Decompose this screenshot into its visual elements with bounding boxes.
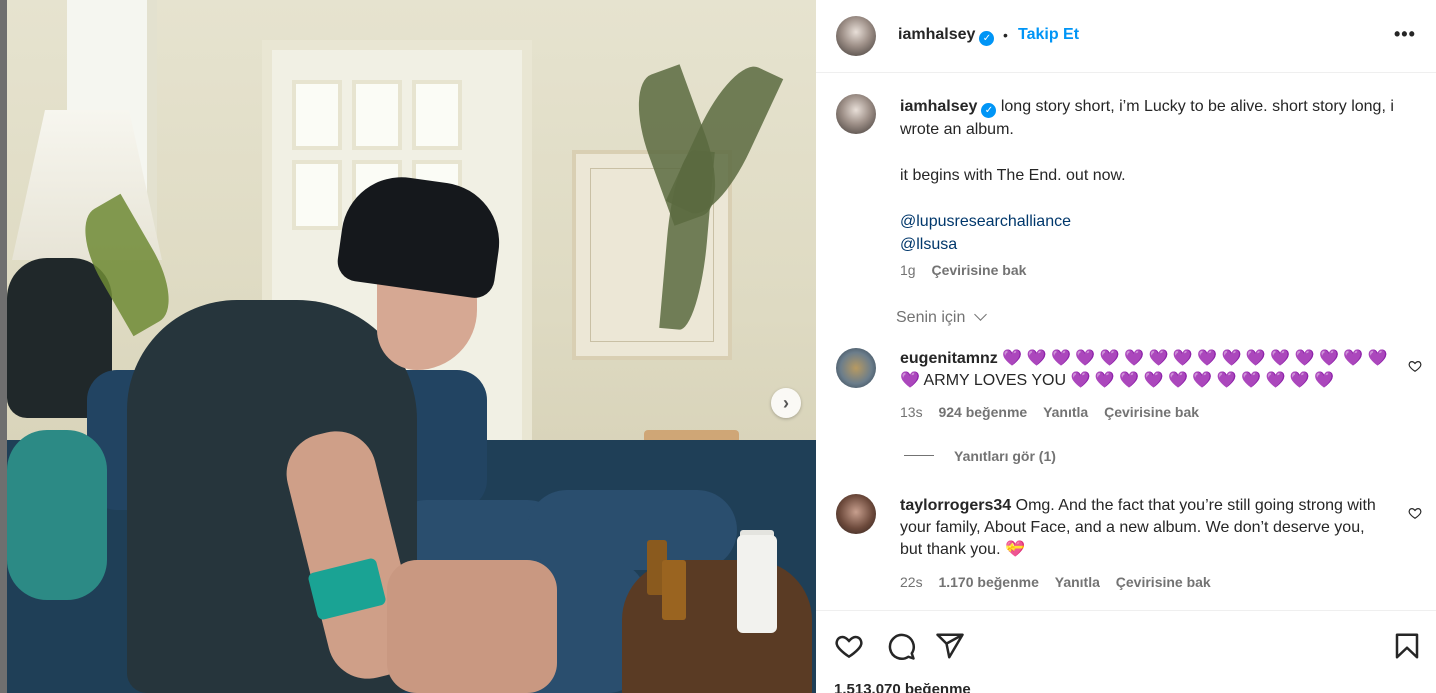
avatar[interactable] <box>836 16 876 56</box>
teal-pillow <box>7 430 107 600</box>
comment-username[interactable]: taylorrogers34 <box>900 497 1011 514</box>
share-icon[interactable] <box>935 631 965 661</box>
comment-sort-dropdown[interactable]: Senin için <box>896 308 987 327</box>
comment-like-icon[interactable] <box>1408 359 1422 373</box>
comment: eugenitamnz 💜 💜 💜 💜 💜 💜 💜 💜 💜 💜 💜 💜 💜 💜 … <box>900 348 1390 392</box>
chevron-down-icon <box>973 308 987 321</box>
post-photo <box>7 0 816 693</box>
next-media-button[interactable]: › <box>771 388 801 418</box>
chevron-right-icon: › <box>783 392 789 413</box>
post-header: iamhalsey ✓ • Takip Et ••• <box>816 0 1436 73</box>
mention-link[interactable]: @llsusa <box>900 233 1400 256</box>
comment-meta: 22s 1.170 beğenme Yanıtla Çevirisine bak <box>900 574 1211 590</box>
post-time[interactable]: 1g <box>900 262 916 278</box>
username-text[interactable]: iamhalsey <box>898 26 975 43</box>
comment-meta: 13s 924 beğenme Yanıtla Çevirisine bak <box>900 404 1199 420</box>
caption-translate-link[interactable]: Çevirisine bak <box>931 262 1026 278</box>
comment-icon[interactable] <box>886 631 916 661</box>
translate-link[interactable]: Çevirisine bak <box>1104 404 1199 420</box>
media-edge <box>0 0 7 693</box>
sort-label: Senin için <box>896 309 966 326</box>
post-media[interactable]: › <box>0 0 816 693</box>
caption-avatar[interactable] <box>836 94 876 134</box>
reply-link[interactable]: Yanıtla <box>1055 574 1100 590</box>
caption-username[interactable]: iamhalsey <box>900 98 977 115</box>
reply-link[interactable]: Yanıtla <box>1043 404 1088 420</box>
post-panel: iamhalsey ✓ • Takip Et ••• iamhalsey ✓ lon… <box>816 0 1436 693</box>
likes-count[interactable]: 1.513.070 beğenme <box>834 681 971 693</box>
verified-badge-icon: ✓ <box>979 31 995 46</box>
comment-like-icon[interactable] <box>1408 506 1422 520</box>
comment-time[interactable]: 13s <box>900 404 923 420</box>
comment-avatar[interactable] <box>836 494 876 534</box>
follow-button[interactable]: Takip Et <box>1018 26 1079 44</box>
more-options-icon[interactable]: ••• <box>1394 24 1416 45</box>
translate-link[interactable]: Çevirisine bak <box>1116 574 1211 590</box>
caption-meta: 1g Çevirisine bak <box>900 262 1026 278</box>
verified-badge-icon: ✓ <box>981 103 997 118</box>
comment-avatar[interactable] <box>836 348 876 388</box>
supplement-jar <box>737 535 777 633</box>
comment-time[interactable]: 22s <box>900 574 923 590</box>
bookmark-icon[interactable] <box>1392 631 1422 661</box>
comment-likes[interactable]: 924 beğenme <box>938 404 1027 420</box>
post-caption: iamhalsey ✓ long story short, i’m Lucky t… <box>900 95 1400 256</box>
author-username[interactable]: iamhalsey ✓ <box>898 26 995 46</box>
comment-likes[interactable]: 1.170 beğenme <box>938 574 1038 590</box>
view-replies-link[interactable]: Yanıtları gör (1) <box>954 448 1056 464</box>
heart-icon[interactable] <box>834 631 864 661</box>
separator-dot: • <box>1003 27 1008 43</box>
comment: taylorrogers34 Omg. And the fact that yo… <box>900 495 1390 561</box>
mention-link[interactable]: @lupusresearchalliance <box>900 210 1400 233</box>
comment-username[interactable]: eugenitamnz <box>900 350 998 367</box>
caption-line2: it begins with The End. out now. <box>900 167 1126 184</box>
replies-divider <box>904 455 934 456</box>
